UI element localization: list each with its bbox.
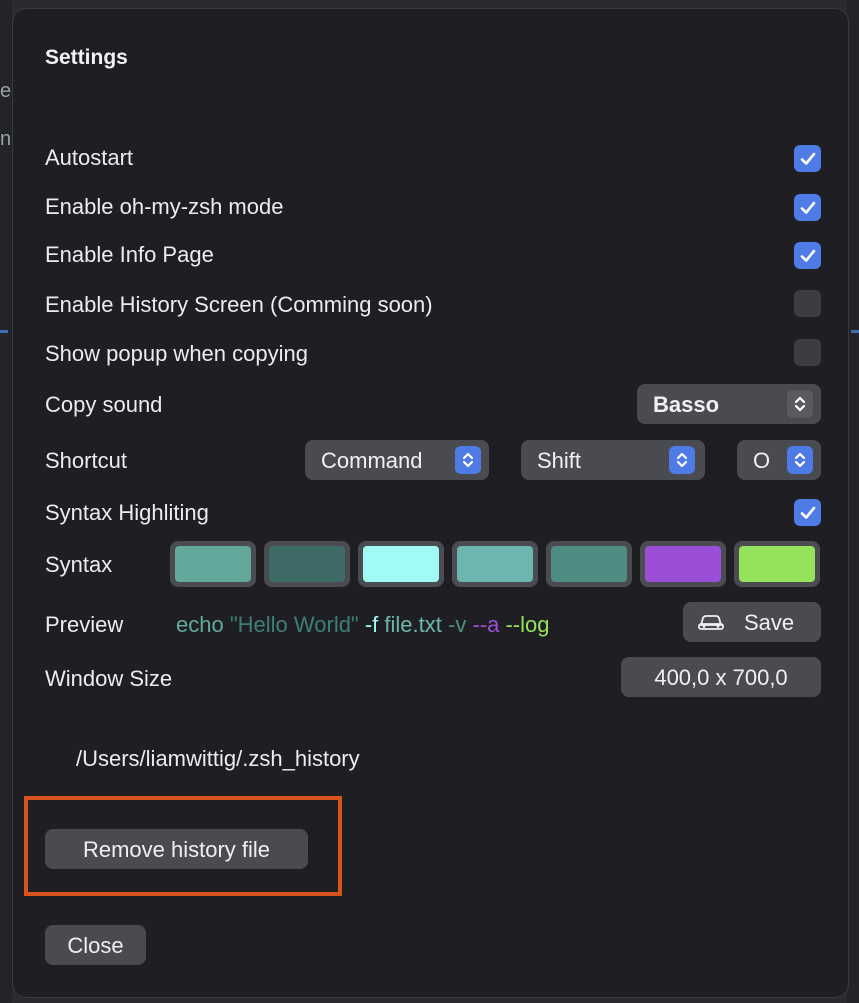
window-size-field[interactable]: 400,0 x 700,0 bbox=[621, 657, 821, 697]
preview-token: echo bbox=[176, 612, 230, 637]
checkmark-icon bbox=[800, 201, 815, 214]
syntax-color-fill bbox=[363, 546, 439, 582]
info-page-checkbox[interactable] bbox=[794, 242, 821, 269]
chevron-updown-icon bbox=[787, 390, 813, 418]
syntax-highlighting-checkbox[interactable] bbox=[794, 499, 821, 526]
preview-token: --a bbox=[472, 612, 506, 637]
preview-token: file.txt bbox=[384, 612, 448, 637]
syntax-color-well[interactable] bbox=[358, 541, 444, 587]
syntax-color-well[interactable] bbox=[640, 541, 726, 587]
syntax-color-fill bbox=[551, 546, 627, 582]
syntax-color-fill bbox=[457, 546, 533, 582]
car-icon bbox=[698, 615, 724, 630]
checkmark-icon bbox=[800, 152, 815, 165]
checkmark-icon bbox=[800, 506, 815, 519]
preview-token: -f bbox=[364, 612, 385, 637]
background-marker bbox=[851, 330, 859, 333]
close-button-label: Close bbox=[67, 933, 124, 958]
shortcut-modifier2-value: Shift bbox=[537, 448, 582, 473]
syntax-color-well[interactable] bbox=[734, 541, 820, 587]
copy-sound-label: Copy sound bbox=[45, 392, 163, 417]
preview-token: -v bbox=[448, 612, 473, 637]
preview-token: --log bbox=[505, 612, 550, 637]
syntax-color-fill bbox=[269, 546, 345, 582]
chevron-updown-icon bbox=[669, 446, 695, 474]
window-size-value: 400,0 x 700,0 bbox=[654, 665, 788, 690]
chevron-updown-icon bbox=[787, 446, 813, 474]
syntax-color-well[interactable] bbox=[546, 541, 632, 587]
copy-sound-value: Basso bbox=[653, 392, 720, 417]
oh-my-zsh-checkbox[interactable] bbox=[794, 194, 821, 221]
syntax-highlighting-label: Syntax Highliting bbox=[45, 500, 209, 525]
background-glyph: e bbox=[0, 80, 12, 102]
autostart-checkbox[interactable] bbox=[794, 145, 821, 172]
show-popup-checkbox[interactable] bbox=[794, 339, 821, 366]
remove-history-label: Remove history file bbox=[82, 837, 271, 862]
info-page-label: Enable Info Page bbox=[45, 242, 214, 267]
save-button[interactable]: Save bbox=[683, 602, 821, 642]
syntax-label: Syntax bbox=[45, 552, 113, 577]
history-screen-label: Enable History Screen (Comming soon) bbox=[45, 292, 433, 317]
shortcut-key-select[interactable]: O bbox=[737, 440, 821, 480]
shortcut-label: Shortcut bbox=[45, 448, 127, 473]
shortcut-modifier1-select[interactable]: Command bbox=[305, 440, 489, 480]
oh-my-zsh-label: Enable oh-my-zsh mode bbox=[45, 194, 284, 219]
shortcut-modifier2-select[interactable]: Shift bbox=[521, 440, 705, 480]
remove-history-button[interactable]: Remove history file bbox=[45, 829, 308, 869]
shortcut-modifier1-value: Command bbox=[321, 448, 423, 473]
checkmark-icon bbox=[800, 249, 815, 262]
autostart-label: Autostart bbox=[45, 145, 134, 170]
syntax-color-well[interactable] bbox=[170, 541, 256, 587]
copy-sound-select[interactable]: Basso bbox=[637, 384, 821, 424]
syntax-color-fill bbox=[739, 546, 815, 582]
preview-text: echo "Hello World" -f file.txt -v --a --… bbox=[176, 612, 549, 638]
background-marker bbox=[0, 330, 8, 333]
preview-token: "Hello World" bbox=[229, 612, 365, 637]
syntax-color-well[interactable] bbox=[264, 541, 350, 587]
syntax-color-fill bbox=[175, 546, 251, 582]
chevron-updown-icon bbox=[455, 446, 481, 474]
close-button[interactable]: Close bbox=[45, 925, 146, 965]
save-button-label: Save bbox=[744, 610, 795, 635]
background-glyph: n bbox=[0, 128, 12, 150]
window-size-label: Window Size bbox=[45, 666, 173, 691]
syntax-color-fill bbox=[645, 546, 721, 582]
history-file-path: /Users/liamwittig/.zsh_history bbox=[76, 746, 360, 771]
preview-label: Preview bbox=[45, 612, 124, 637]
dialog-title: Settings bbox=[45, 46, 128, 69]
show-popup-label: Show popup when copying bbox=[45, 341, 308, 366]
syntax-color-well[interactable] bbox=[452, 541, 538, 587]
shortcut-key-value: O bbox=[753, 448, 771, 473]
history-screen-checkbox[interactable] bbox=[794, 290, 821, 317]
